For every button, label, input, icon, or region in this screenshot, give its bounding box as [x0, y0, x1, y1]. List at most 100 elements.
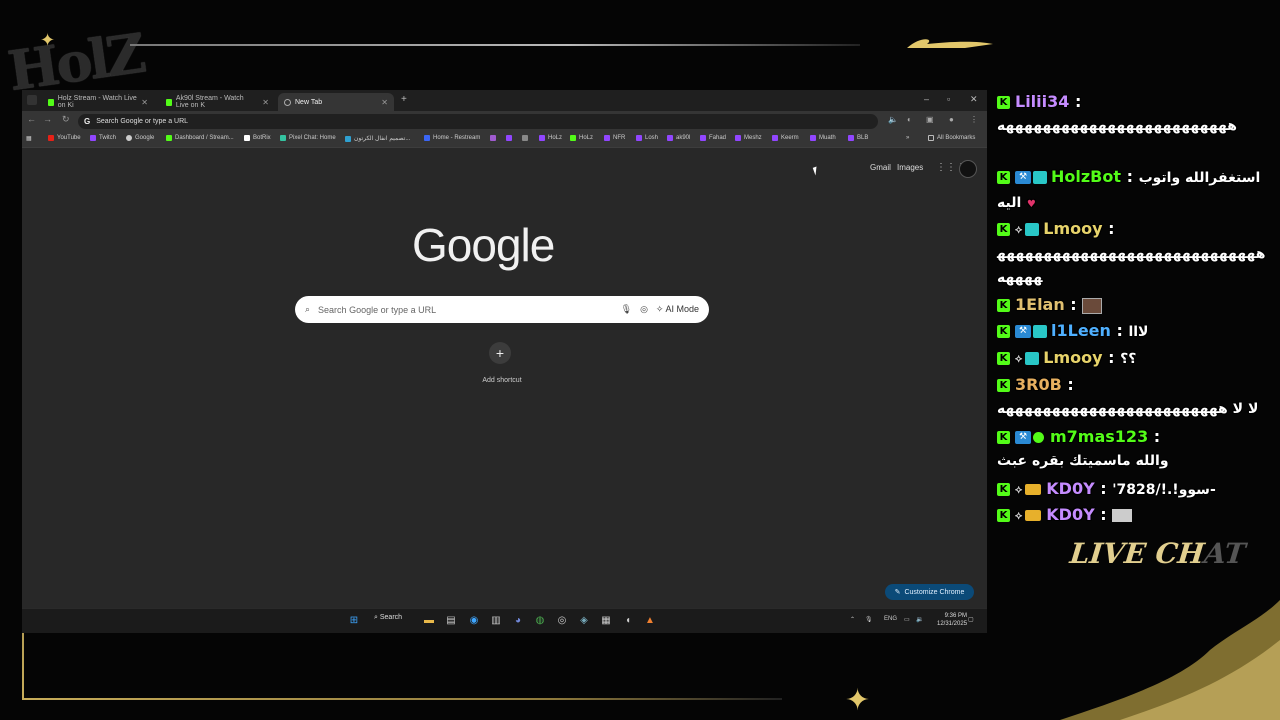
bookmark-label: Dashboard / Stream...	[175, 135, 234, 141]
chat-username: 1Elan	[1015, 295, 1065, 314]
design-icon	[345, 135, 351, 142]
account-avatar[interactable]	[959, 160, 977, 178]
bookmark-icon	[490, 135, 496, 141]
bookmark-losh[interactable]: Losh	[636, 135, 658, 141]
gmail-link[interactable]: Gmail	[870, 163, 891, 172]
discord-icon[interactable]: ◕	[512, 614, 524, 626]
chat-username: Lilii34	[1015, 92, 1070, 111]
bookmark-icon-only-1[interactable]	[490, 135, 496, 141]
bookmark-icon-only-2[interactable]	[506, 135, 512, 141]
bookmark-label: Home - Restream	[433, 135, 481, 141]
new-tab-button[interactable]: +	[401, 94, 407, 105]
subscriber-badge-icon	[1025, 352, 1040, 365]
twitch-icon	[539, 135, 545, 141]
back-icon[interactable]: ←	[27, 114, 36, 124]
tab-new-tab[interactable]: New Tab ✕	[278, 93, 394, 111]
taskbar-search[interactable]: ⌕ Search	[374, 614, 402, 622]
google-search-box[interactable]: ⌕ Search Google or type a URL 🎙 ◎ ✧ AI M…	[295, 296, 709, 323]
bookmark-nfr[interactable]: NFR	[604, 135, 625, 141]
bookmark-pixel-chat[interactable]: Pixel Chat: Home	[280, 135, 336, 141]
apps-grid-icon[interactable]: ▦	[26, 135, 32, 142]
kick-badge-icon: K	[997, 431, 1010, 444]
tab-label: New Tab	[295, 98, 323, 106]
close-window-icon[interactable]: ✕	[970, 94, 978, 105]
edge-icon[interactable]: ◉	[468, 614, 480, 626]
mute-icon[interactable]: 🔈	[888, 115, 898, 124]
lens-icon[interactable]: ◎	[640, 304, 648, 315]
bookmark-fahad[interactable]: Fahad	[700, 135, 726, 141]
microphone-icon[interactable]: 🎙	[621, 304, 632, 315]
all-bookmarks-button[interactable]: All Bookmarks	[928, 135, 975, 141]
live-chat-label-faded: AT	[1202, 537, 1248, 570]
close-icon[interactable]: ✕	[381, 98, 388, 107]
app-icon[interactable]: ▦	[600, 614, 612, 626]
bookmark-icon-only-3[interactable]	[522, 135, 528, 141]
google-icon	[126, 135, 132, 141]
bookmark-google[interactable]: Google	[126, 135, 154, 141]
taskbar-clock[interactable]: 9:36 PM 12/31/2025	[937, 612, 967, 628]
bookmark-dashboard[interactable]: Dashboard / Stream...	[166, 135, 234, 141]
twitch-icon	[604, 135, 610, 141]
store-icon[interactable]: ▤	[445, 614, 457, 626]
menu-kebab-icon[interactable]: ⋮	[970, 115, 978, 124]
forward-icon[interactable]: →	[43, 114, 52, 124]
extensions-puzzle-icon[interactable]: ▣	[926, 115, 934, 124]
app-icon[interactable]: ◖	[622, 614, 634, 626]
bookmark-holz-kick[interactable]: HoLz	[570, 135, 593, 141]
tab-search-icon[interactable]	[27, 95, 37, 105]
minimize-icon[interactable]: –	[924, 94, 929, 104]
images-link[interactable]: Images	[897, 163, 923, 172]
reload-icon[interactable]: ↻	[62, 114, 70, 125]
close-icon[interactable]: ✕	[141, 98, 148, 107]
bookmark-meshz[interactable]: Meshz	[735, 135, 762, 141]
bookmark-keerm[interactable]: Keerm	[772, 135, 799, 141]
tab-label: Ak90l Stream - Watch Live on K	[175, 95, 244, 109]
bookmark-botrix[interactable]: BotRix	[244, 135, 271, 141]
notification-icon[interactable]: ▢	[968, 616, 974, 623]
tab-strip: Holz Stream - Watch Live on Ki ✕ Ak90l S…	[22, 90, 987, 111]
ai-mode-button[interactable]: ✧ AI Mode	[656, 304, 699, 315]
extension-icon[interactable]: ◐	[907, 115, 912, 124]
more-bookmarks-button[interactable]: »	[906, 135, 909, 141]
bookmark-muath[interactable]: Muath	[810, 135, 836, 141]
kick-badge-icon: K	[997, 509, 1010, 522]
bookmark-label: تصميم انفال الكرتون...	[354, 136, 411, 142]
clock-date: 12/31/2025	[937, 621, 968, 627]
restore-icon[interactable]: ▫	[947, 94, 950, 104]
tab-ak90l-stream[interactable]: Ak90l Stream - Watch Live on K ✕	[160, 93, 275, 111]
close-icon[interactable]: ✕	[262, 98, 269, 107]
search-icon: ⌕	[305, 304, 311, 314]
mic-tray-icon[interactable]: 🎙	[865, 616, 873, 623]
bookmark-label: Twitch	[99, 135, 117, 141]
add-shortcut-button[interactable]: +	[489, 342, 511, 364]
volume-icon[interactable]: 🔉	[916, 616, 923, 623]
bookmark-icon	[506, 135, 512, 141]
windows-start-icon[interactable]: ⊞	[348, 614, 360, 626]
steam-icon[interactable]: ◈	[578, 614, 590, 626]
chevron-up-icon[interactable]: ⌃	[850, 616, 855, 623]
twitch-icon	[667, 135, 673, 141]
network-icon[interactable]: ▭	[904, 616, 910, 623]
kick-badge-icon: K	[997, 325, 1010, 338]
tab-holz-stream[interactable]: Holz Stream - Watch Live on Ki ✕	[42, 93, 154, 111]
app-icon[interactable]: ▥	[490, 614, 502, 626]
profile-icon[interactable]: ●	[949, 115, 954, 124]
chat-separator: :	[1121, 167, 1133, 186]
browser-window: Holz Stream - Watch Live on Ki ✕ Ak90l S…	[22, 90, 987, 633]
file-explorer-icon[interactable]: ▬	[423, 614, 435, 626]
chat-separator: :	[1102, 348, 1115, 367]
bookmark-label: HoLz	[579, 135, 594, 141]
bookmark-blb[interactable]: BLB	[848, 135, 868, 141]
obs-icon[interactable]: ◎	[556, 614, 568, 626]
chrome-icon[interactable]: ◍	[534, 614, 546, 626]
bookmark-arabic-design[interactable]: تصميم انفال الكرتون...	[345, 135, 410, 142]
bookmark-youtube[interactable]: YouTube	[48, 135, 81, 141]
address-bar[interactable]: G Search Google or type a URL	[78, 114, 878, 129]
bookmark-restream[interactable]: Home - Restream	[424, 135, 480, 141]
language-indicator[interactable]: ENG	[884, 616, 897, 622]
bookmark-twitch[interactable]: Twitch	[90, 135, 116, 141]
bookmark-ak90l[interactable]: ak90l	[667, 135, 690, 141]
customize-chrome-button[interactable]: ✎ Customize Chrome	[885, 584, 974, 600]
bookmark-holz-twitch[interactable]: HoLz	[539, 135, 562, 141]
app-icon[interactable]: ▲	[644, 614, 656, 626]
